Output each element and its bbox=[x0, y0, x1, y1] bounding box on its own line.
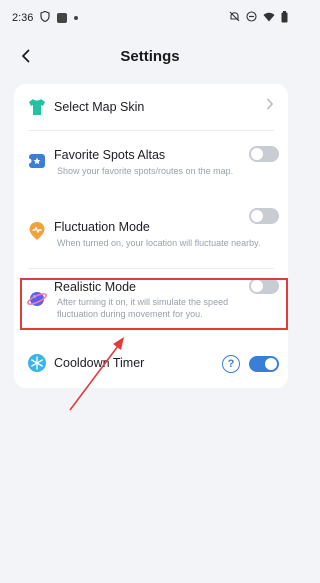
annotation-arrow bbox=[69, 337, 124, 411]
